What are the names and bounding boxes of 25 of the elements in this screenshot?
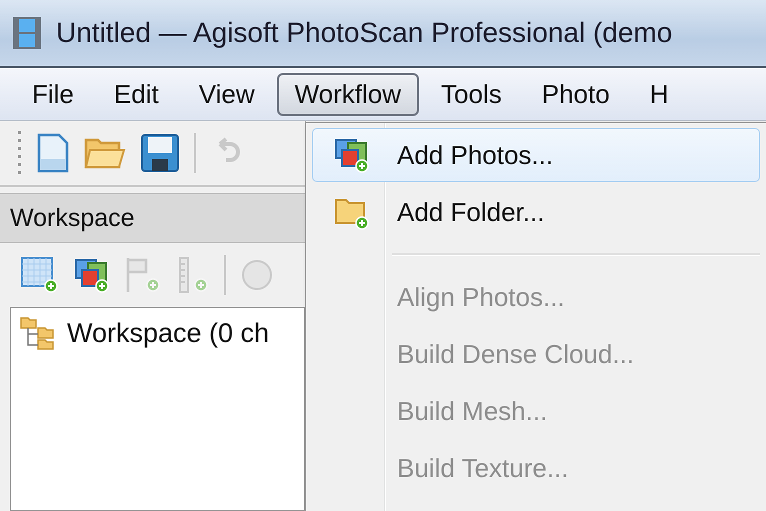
menu-bar-item[interactable]: File bbox=[14, 72, 92, 116]
window-title: Untitled — Agisoft PhotoScan Professional (demo bbox=[56, 17, 672, 49]
add-photos-icon[interactable] bbox=[74, 257, 110, 293]
menu-bar-item[interactable]: Photo bbox=[524, 72, 628, 116]
menu-bar-item[interactable]: View bbox=[180, 72, 273, 116]
menu-item[interactable]: Add Photos... bbox=[312, 128, 760, 182]
new-document-icon[interactable] bbox=[36, 133, 70, 173]
film-strip-icon bbox=[12, 16, 42, 50]
menu-item[interactable]: Add Folder... bbox=[312, 185, 760, 239]
menu-item-label: Align Photos... bbox=[397, 282, 565, 312]
menu-bar-item[interactable]: Workflow bbox=[276, 72, 420, 116]
folder-tree-icon bbox=[19, 316, 55, 350]
menu-item-label: Build Mesh... bbox=[397, 396, 548, 426]
menu-bar-item[interactable]: Edit bbox=[96, 72, 177, 116]
toolbar-grip-icon[interactable] bbox=[18, 131, 22, 175]
tree-item[interactable]: Workspace (0 ch bbox=[67, 318, 270, 348]
add-photos-icon bbox=[334, 137, 370, 173]
menu-item-label: Add Photos... bbox=[397, 140, 554, 170]
menu-item-label: Add Folder... bbox=[397, 196, 544, 228]
add-grid-icon[interactable] bbox=[20, 256, 60, 294]
panel-title: Workspace bbox=[10, 204, 135, 232]
menu-bar-item[interactable]: Tools bbox=[423, 72, 520, 116]
menu-item-label: Build Texture... bbox=[397, 452, 569, 484]
menu-item-label: Build Dense Cloud... bbox=[397, 338, 634, 370]
menu-bar-item[interactable]: H bbox=[632, 72, 686, 116]
